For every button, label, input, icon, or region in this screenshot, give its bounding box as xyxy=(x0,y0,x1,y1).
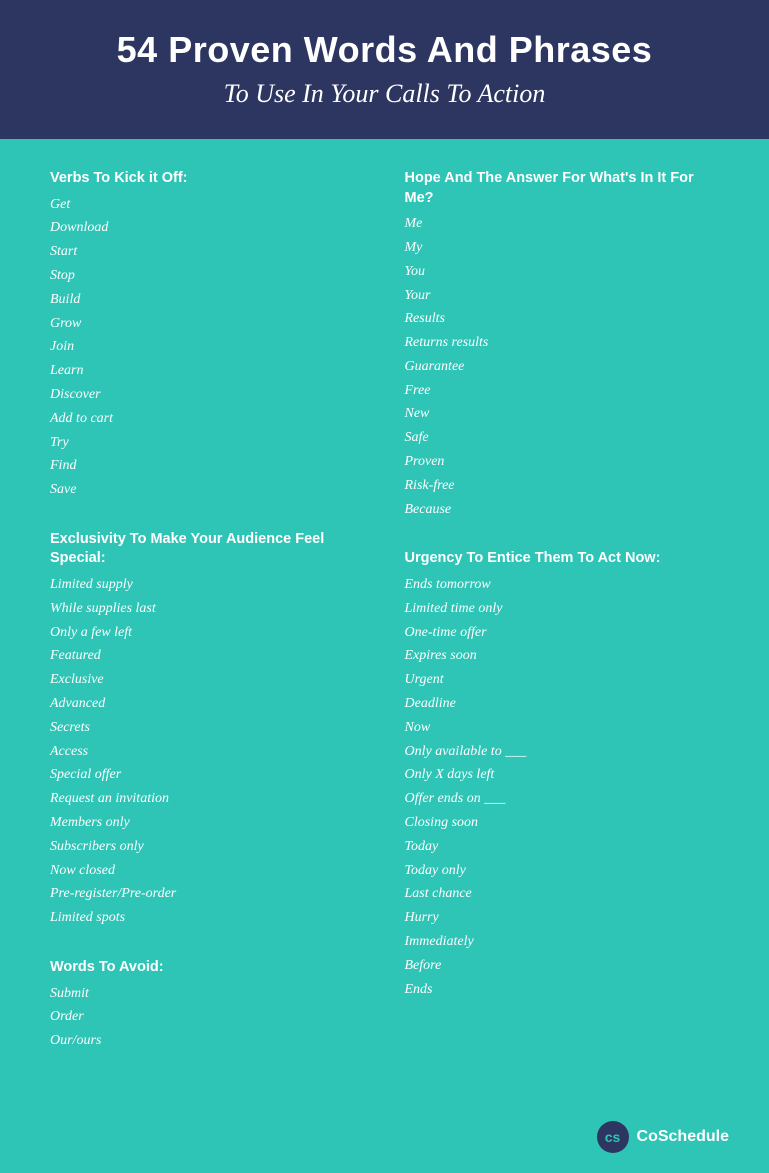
list-item: Last chance xyxy=(405,882,720,906)
list-item: Urgent xyxy=(405,668,720,692)
section-title-hope: Hope And The Answer For What's In It For… xyxy=(405,169,720,208)
list-item: Because xyxy=(405,498,720,522)
brand-name: CoSchedule xyxy=(637,1128,729,1146)
section-title-avoid: Words To Avoid: xyxy=(50,958,365,978)
section-list-exclusivity: Limited supplyWhile supplies lastOnly a … xyxy=(50,573,365,930)
list-item: Deadline xyxy=(405,692,720,716)
list-item: Featured xyxy=(50,644,365,668)
list-item: Hurry xyxy=(405,906,720,930)
list-item: Now xyxy=(405,716,720,740)
section-title-verbs: Verbs To Kick it Off: xyxy=(50,169,365,189)
list-item: Access xyxy=(50,740,365,764)
list-item: Start xyxy=(50,240,365,264)
list-item: Results xyxy=(405,307,720,331)
list-item: Join xyxy=(50,335,365,359)
list-item: Only X days left xyxy=(405,763,720,787)
list-item: Try xyxy=(50,431,365,455)
list-item: Our/ours xyxy=(50,1029,365,1053)
list-item: Advanced xyxy=(50,692,365,716)
list-item: Exclusive xyxy=(50,668,365,692)
list-item: While supplies last xyxy=(50,597,365,621)
list-item: Grow xyxy=(50,312,365,336)
section-title-exclusivity: Exclusivity To Make Your Audience Feel S… xyxy=(50,530,365,569)
content-area: Verbs To Kick it Off: GetDownloadStartSto… xyxy=(0,139,769,1111)
list-item: Risk-free xyxy=(405,474,720,498)
list-item: New xyxy=(405,402,720,426)
list-item: Order xyxy=(50,1005,365,1029)
section-list-hope: MeMyYouYourResultsReturns resultsGuarant… xyxy=(405,212,720,521)
list-item: Subscribers only xyxy=(50,835,365,859)
brand: cs CoSchedule xyxy=(597,1121,729,1153)
list-item: Special offer xyxy=(50,763,365,787)
list-item: Your xyxy=(405,284,720,308)
list-item: Limited supply xyxy=(50,573,365,597)
brand-icon-text: cs xyxy=(605,1129,621,1145)
list-item: Members only xyxy=(50,811,365,835)
list-item: Offer ends on ___ xyxy=(405,787,720,811)
header-title: 54 Proven Words And Phrases xyxy=(40,28,729,71)
header: 54 Proven Words And Phrases To Use In Yo… xyxy=(0,0,769,139)
list-item: Ends xyxy=(405,978,720,1002)
list-item: Free xyxy=(405,379,720,403)
list-item: Learn xyxy=(50,359,365,383)
list-item: Returns results xyxy=(405,331,720,355)
list-item: Build xyxy=(50,288,365,312)
list-item: Request an invitation xyxy=(50,787,365,811)
list-item: Submit xyxy=(50,982,365,1006)
list-item: Closing soon xyxy=(405,811,720,835)
list-item: Guarantee xyxy=(405,355,720,379)
list-item: Only a few left xyxy=(50,621,365,645)
list-item: Add to cart xyxy=(50,407,365,431)
left-column: Verbs To Kick it Off: GetDownloadStartSto… xyxy=(50,169,385,1081)
list-item: Today only xyxy=(405,859,720,883)
list-item: Proven xyxy=(405,450,720,474)
section-exclusivity: Exclusivity To Make Your Audience Feel S… xyxy=(50,530,365,930)
list-item: Discover xyxy=(50,383,365,407)
section-list-urgency: Ends tomorrowLimited time onlyOne-time o… xyxy=(405,573,720,1001)
header-subtitle: To Use In Your Calls To Action xyxy=(40,77,729,111)
list-item: You xyxy=(405,260,720,284)
list-item: Ends tomorrow xyxy=(405,573,720,597)
list-item: Download xyxy=(50,216,365,240)
list-item: Secrets xyxy=(50,716,365,740)
list-item: My xyxy=(405,236,720,260)
list-item: One-time offer xyxy=(405,621,720,645)
section-list-verbs: GetDownloadStartStopBuildGrowJoinLearnDi… xyxy=(50,193,365,502)
right-column: Hope And The Answer For What's In It For… xyxy=(385,169,720,1081)
list-item: Stop xyxy=(50,264,365,288)
list-item: Expires soon xyxy=(405,644,720,668)
list-item: Limited time only xyxy=(405,597,720,621)
list-item: Me xyxy=(405,212,720,236)
footer: cs CoSchedule xyxy=(0,1111,769,1173)
list-item: Before xyxy=(405,954,720,978)
section-list-avoid: SubmitOrderOur/ours xyxy=(50,982,365,1053)
list-item: Get xyxy=(50,193,365,217)
section-hope: Hope And The Answer For What's In It For… xyxy=(405,169,720,521)
list-item: Find xyxy=(50,454,365,478)
list-item: Pre-register/Pre-order xyxy=(50,882,365,906)
section-title-urgency: Urgency To Entice Them To Act Now: xyxy=(405,549,720,569)
section-verbs: Verbs To Kick it Off: GetDownloadStartSto… xyxy=(50,169,365,502)
brand-icon: cs xyxy=(597,1121,629,1153)
list-item: Save xyxy=(50,478,365,502)
list-item: Only available to ___ xyxy=(405,740,720,764)
list-item: Today xyxy=(405,835,720,859)
list-item: Safe xyxy=(405,426,720,450)
page: 54 Proven Words And Phrases To Use In Yo… xyxy=(0,0,769,1173)
section-avoid: Words To Avoid: SubmitOrderOur/ours xyxy=(50,958,365,1053)
list-item: Immediately xyxy=(405,930,720,954)
section-urgency: Urgency To Entice Them To Act Now: Ends t… xyxy=(405,549,720,1001)
list-item: Now closed xyxy=(50,859,365,883)
list-item: Limited spots xyxy=(50,906,365,930)
